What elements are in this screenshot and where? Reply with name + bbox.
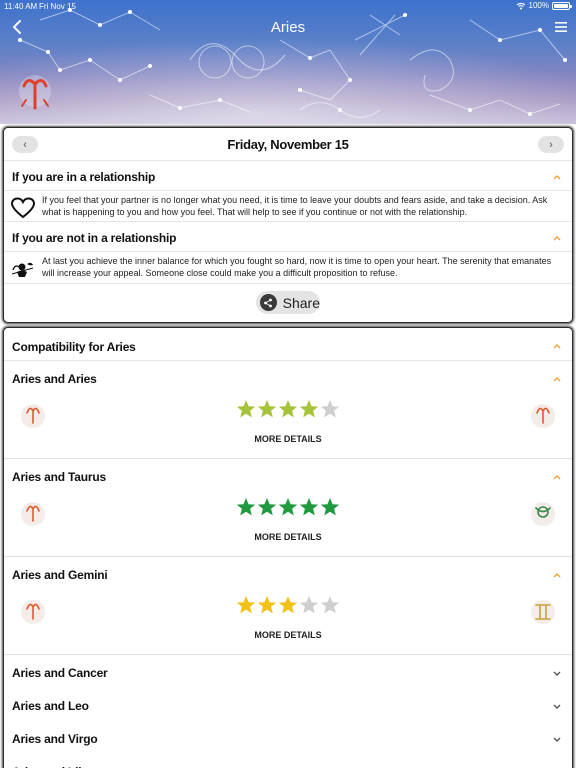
- horoscope-date: Friday, November 15: [227, 137, 349, 152]
- star-filled-icon: [278, 596, 298, 614]
- star-filled-icon: [278, 400, 298, 418]
- compatibility-row[interactable]: Aries and Leo: [4, 688, 572, 721]
- chevron-up-icon: [553, 236, 561, 241]
- status-time: 11:40 AM: [4, 2, 38, 11]
- more-details-link[interactable]: MORE DETAILS: [4, 434, 572, 444]
- aries-icon: [21, 404, 45, 428]
- date-navigator: ‹ Friday, November 15 ›: [4, 128, 572, 161]
- rating-stars: [236, 497, 340, 517]
- compatibility-card: Compatibility for Aries Aries and Aries M…: [4, 328, 572, 768]
- star-filled-icon: [278, 498, 298, 516]
- section-body-relationship: If you feel that your partner is no long…: [4, 191, 572, 222]
- aries-icon: [21, 502, 45, 526]
- compatibility-pair: Aries and Gemini MORE DETAILS: [4, 557, 572, 655]
- section-header-relationship[interactable]: If you are in a relationship: [4, 161, 572, 191]
- star-filled-icon: [236, 400, 256, 418]
- rating-stars: [236, 399, 340, 419]
- horoscope-card: ‹ Friday, November 15 › If you are in a …: [4, 128, 572, 322]
- star-filled-icon: [236, 498, 256, 516]
- star-filled-icon: [257, 596, 277, 614]
- compatibility-header[interactable]: Compatibility for Aries: [4, 328, 572, 361]
- chevron-up-icon: [553, 175, 561, 180]
- chevron-down-icon: [553, 704, 561, 709]
- page-title: Aries: [270, 19, 306, 36]
- header: 11:40 AM Fri Nov 15 100% Aries: [0, 0, 576, 124]
- share-icon: [260, 294, 277, 311]
- pair-label[interactable]: Aries and Gemini: [12, 568, 108, 582]
- battery-icon: [552, 1, 572, 10]
- cupid-icon: [11, 262, 34, 277]
- share-label: Share: [282, 294, 320, 311]
- compatibility-pair: Aries and Aries MORE DETAILS: [4, 361, 572, 459]
- compatibility-pair: Aries and Taurus MORE DETAILS: [4, 459, 572, 557]
- section-text: If you feel that your partner is no long…: [42, 195, 548, 217]
- pair-label: Aries and Leo: [12, 699, 89, 713]
- section-title: If you are not in a relationship: [12, 231, 177, 245]
- share-button[interactable]: Share: [256, 291, 320, 314]
- star-filled-icon: [299, 498, 319, 516]
- hamburger-menu-icon[interactable]: [554, 20, 568, 34]
- next-day-button[interactable]: ›: [538, 136, 564, 153]
- star-empty-icon: [320, 596, 340, 614]
- star-empty-icon: [299, 596, 319, 614]
- star-empty-icon: [320, 400, 340, 418]
- pair-label[interactable]: Aries and Aries: [12, 372, 97, 386]
- star-filled-icon: [236, 596, 256, 614]
- aries-sign-logo: [19, 75, 51, 110]
- aries-icon: [21, 600, 45, 624]
- pair-label: Aries and Virgo: [12, 732, 98, 746]
- star-filled-icon: [257, 400, 277, 418]
- compatibility-title: Compatibility for Aries: [12, 340, 136, 354]
- chevron-up-icon: [553, 573, 561, 578]
- compatibility-collapsed-list: Aries and Cancer Aries and Leo Aries and V…: [4, 655, 572, 768]
- chevron-up-icon: [553, 377, 561, 382]
- heart-icon: [10, 197, 36, 219]
- aries-icon: [531, 404, 555, 428]
- star-filled-icon: [299, 400, 319, 418]
- section-body-single: At last you achieve the inner balance fo…: [4, 252, 572, 284]
- section-text: At last you achieve the inner balance fo…: [42, 256, 552, 278]
- section-title: If you are in a relationship: [12, 170, 156, 184]
- compatibility-row[interactable]: Aries and Cancer: [4, 655, 572, 688]
- chevron-down-icon: [553, 671, 561, 676]
- rating-stars: [236, 595, 340, 615]
- compatibility-row[interactable]: Aries and Libra: [4, 754, 572, 768]
- section-header-single[interactable]: If you are not in a relationship: [4, 222, 572, 252]
- status-date: Fri Nov 15: [39, 2, 76, 11]
- compatibility-pairs: Aries and Aries MORE DETAILS Aries and Tau…: [4, 361, 572, 655]
- compatibility-row[interactable]: Aries and Virgo: [4, 721, 572, 754]
- star-filled-icon: [257, 498, 277, 516]
- star-filled-icon: [320, 498, 340, 516]
- taurus-icon: [531, 502, 555, 526]
- chevron-down-icon: [553, 737, 561, 742]
- wifi-icon: [516, 2, 525, 9]
- battery-percent: 100%: [528, 1, 549, 10]
- chevron-right-icon: ›: [549, 138, 553, 151]
- pair-label: Aries and Cancer: [12, 666, 108, 680]
- gemini-icon: [531, 600, 555, 624]
- pair-label[interactable]: Aries and Taurus: [12, 470, 106, 484]
- more-details-link[interactable]: MORE DETAILS: [4, 630, 572, 640]
- status-bar: 11:40 AM Fri Nov 15 100%: [4, 1, 572, 13]
- more-details-link[interactable]: MORE DETAILS: [4, 532, 572, 542]
- chevron-up-icon: [553, 475, 561, 480]
- chevron-up-icon: [553, 344, 561, 349]
